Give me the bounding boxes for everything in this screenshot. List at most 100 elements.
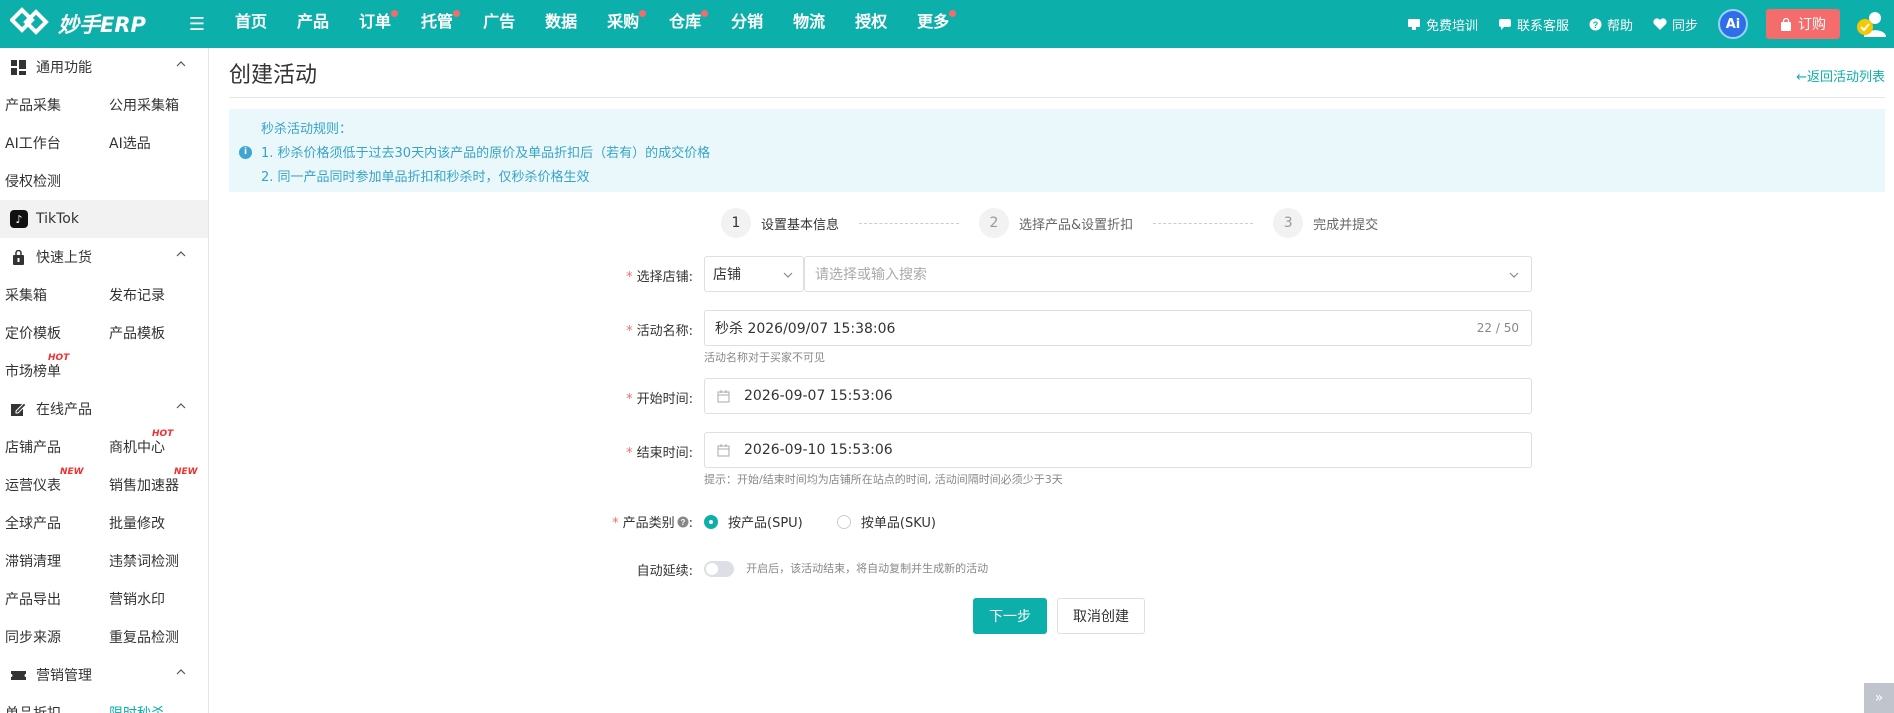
- nav-item[interactable]: 产品: [282, 0, 344, 48]
- cancel-create-button[interactable]: 取消创建: [1057, 598, 1145, 634]
- sidebar-item-ops-dashboard[interactable]: 运营仪表 NEW: [0, 467, 104, 495]
- market-ranking-label: 市场榜单: [5, 364, 61, 380]
- sidebar-item-shop-products[interactable]: 店铺产品: [0, 437, 104, 457]
- sidebar-item-pricing-template[interactable]: 定价模板: [0, 323, 104, 343]
- sidebar-item-product-collect[interactable]: 产品采集: [0, 95, 104, 115]
- order-button[interactable]: 订购: [1766, 9, 1840, 39]
- sidebar-item-product-template[interactable]: 产品模板: [104, 323, 208, 343]
- nav-item[interactable]: 更多: [902, 0, 964, 48]
- sidebar-section-general[interactable]: 通用功能: [0, 48, 208, 86]
- sidebar-item-duplicate-check[interactable]: 重复品检测: [104, 627, 208, 647]
- sidebar-item-public-collect-box[interactable]: 公用采集箱: [104, 95, 208, 115]
- page-title: 创建活动: [229, 62, 318, 88]
- ticket-icon: [10, 667, 26, 683]
- sidebar-item-ai-workbench[interactable]: AI工作台: [0, 133, 104, 153]
- radio-sku[interactable]: 按单品(SKU): [836, 512, 936, 531]
- nav-item[interactable]: 数据: [530, 0, 592, 48]
- tiktok-icon: ♪: [10, 210, 28, 228]
- step-number: 2: [979, 208, 1010, 238]
- sidebar-item-infringement-check[interactable]: 侵权检测: [0, 171, 105, 191]
- auto-continue-switch[interactable]: [704, 560, 734, 577]
- step-divider: [1153, 222, 1254, 224]
- grid-icon: [10, 59, 26, 75]
- shop-type-select[interactable]: 店铺: [704, 256, 804, 292]
- nav-item-label: 采购: [607, 12, 640, 31]
- help-label: 帮助: [1606, 18, 1633, 34]
- step-2: 2 选择产品&设置折扣: [979, 208, 1133, 238]
- sidebar-item-batch-edit[interactable]: 批量修改: [104, 513, 208, 533]
- name-label-text: 活动名称:: [636, 324, 693, 339]
- nav-item[interactable]: 分销: [716, 0, 778, 48]
- step-label: 选择产品&设置折扣: [1019, 217, 1134, 233]
- step-label: 设置基本信息: [761, 217, 840, 233]
- help-link[interactable]: ? 帮助: [1589, 15, 1633, 34]
- sidebar-item-market-ranking[interactable]: 市场榜单 HOT: [0, 353, 105, 381]
- sidebar-item-product-export[interactable]: 产品导出: [0, 589, 104, 609]
- monitor-icon: [1407, 19, 1420, 30]
- time-hint: 提示：开始/结束时间均为店铺所在站点的时间, 活动间隔时间必须少于3天: [704, 473, 1063, 486]
- sidebar-platform-tiktok[interactable]: ♪ TikTok: [0, 200, 208, 238]
- sidebar-section-marketing[interactable]: 营销管理: [0, 656, 208, 694]
- step-label: 完成并提交: [1313, 217, 1379, 233]
- chevron-up-icon[interactable]: [176, 61, 186, 67]
- question-icon[interactable]: ?: [677, 516, 689, 528]
- radio-spu-label: 按产品(SPU): [728, 516, 803, 531]
- brand-logo[interactable]: 妙手ERP: [0, 6, 168, 42]
- end-time-picker[interactable]: 2026-09-10 15:53:06: [704, 432, 1532, 468]
- sidebar-item-flash-sale[interactable]: 限时秒杀: [104, 703, 208, 713]
- lock-bag-icon: [10, 249, 26, 265]
- sidebar-item-global-products[interactable]: 全球产品: [0, 513, 104, 533]
- nav-item[interactable]: 广告: [468, 0, 530, 48]
- shop-search-select[interactable]: 请选择或输入搜索: [804, 256, 1532, 292]
- activity-name-input[interactable]: 秒杀 2026/09/07 15:38:06 22 / 50: [704, 310, 1532, 346]
- chevron-up-icon[interactable]: [176, 669, 186, 675]
- page-header: 创建活动 ←返回活动列表: [229, 48, 1885, 98]
- free-training-link[interactable]: 免费培训: [1407, 15, 1478, 34]
- top-right-tools: 免费培训 联系客服 ? 帮助 同步 Ai 订购: [1407, 0, 1894, 48]
- radio-spu[interactable]: 按产品(SPU): [704, 512, 803, 531]
- expand-panel-icon[interactable]: »: [1864, 683, 1894, 713]
- svg-text:?: ?: [680, 518, 685, 527]
- start-time-picker[interactable]: 2026-09-07 15:53:06: [704, 378, 1532, 414]
- start-time-value: 2026-09-07 15:53:06: [744, 388, 893, 404]
- shop-type-value: 店铺: [713, 267, 741, 283]
- nav-item[interactable]: 授权: [840, 0, 902, 48]
- nav-item[interactable]: 采购: [592, 0, 654, 48]
- next-step-button[interactable]: 下一步: [973, 598, 1047, 634]
- sidebar-item-sales-accelerator[interactable]: 销售加速器 NEW: [104, 467, 208, 495]
- chevron-up-icon[interactable]: [176, 403, 186, 409]
- sidebar-item-marketing-watermark[interactable]: 营销水印: [104, 589, 208, 609]
- sidebar-section-online-products[interactable]: 在线产品: [0, 390, 208, 428]
- free-training-label: 免费培训: [1425, 18, 1478, 34]
- notification-dot: [391, 10, 399, 17]
- nav-item-label: 订单: [359, 12, 392, 31]
- sidebar-item-ai-selection[interactable]: AI选品: [104, 133, 208, 153]
- sidebar-item-slow-moving-cleanup[interactable]: 滞销清理: [0, 551, 104, 571]
- user-avatar-icon[interactable]: [1856, 9, 1886, 39]
- sync-link[interactable]: 同步: [1653, 15, 1698, 34]
- chevron-up-icon[interactable]: [176, 251, 186, 257]
- back-to-list-link[interactable]: ←返回活动列表: [1796, 66, 1885, 85]
- sidebar-item-publish-records[interactable]: 发布记录: [104, 285, 208, 305]
- sidebar-section-quick-listing[interactable]: 快速上货: [0, 238, 208, 276]
- sidebar-item-opportunity-center[interactable]: 商机中心 HOT: [104, 429, 208, 457]
- step-number: 1: [721, 208, 751, 238]
- nav-item-label: 分销: [731, 12, 764, 31]
- contact-support-link[interactable]: 联系客服: [1498, 15, 1569, 34]
- nav-item[interactable]: 首页: [220, 0, 282, 48]
- nav-item[interactable]: 订单: [344, 0, 406, 48]
- menu-toggle-icon[interactable]: ☰: [182, 14, 212, 35]
- nav-item-label: 授权: [855, 12, 888, 31]
- sidebar-item-banned-word-check[interactable]: 违禁词检测: [104, 551, 208, 571]
- nav-item[interactable]: 物流: [778, 0, 840, 48]
- sidebar-item-single-discount[interactable]: 单品折扣: [0, 703, 104, 713]
- nav-item[interactable]: 托管: [406, 0, 468, 48]
- step-3: 3 完成并提交: [1273, 208, 1378, 238]
- notice-line-1: 1. 秒杀价格须低于过去30天内该产品的原价及单品折扣后（若有）的成交价格: [261, 146, 711, 161]
- char-count: 22 / 50: [1476, 321, 1519, 335]
- sidebar-item-collect-box[interactable]: 采集箱: [0, 285, 104, 305]
- ai-assistant-button[interactable]: Ai: [1718, 9, 1748, 39]
- hot-badge: HOT: [152, 429, 174, 439]
- sidebar-item-sync-source[interactable]: 同步来源: [0, 627, 104, 647]
- nav-item[interactable]: 仓库: [654, 0, 716, 48]
